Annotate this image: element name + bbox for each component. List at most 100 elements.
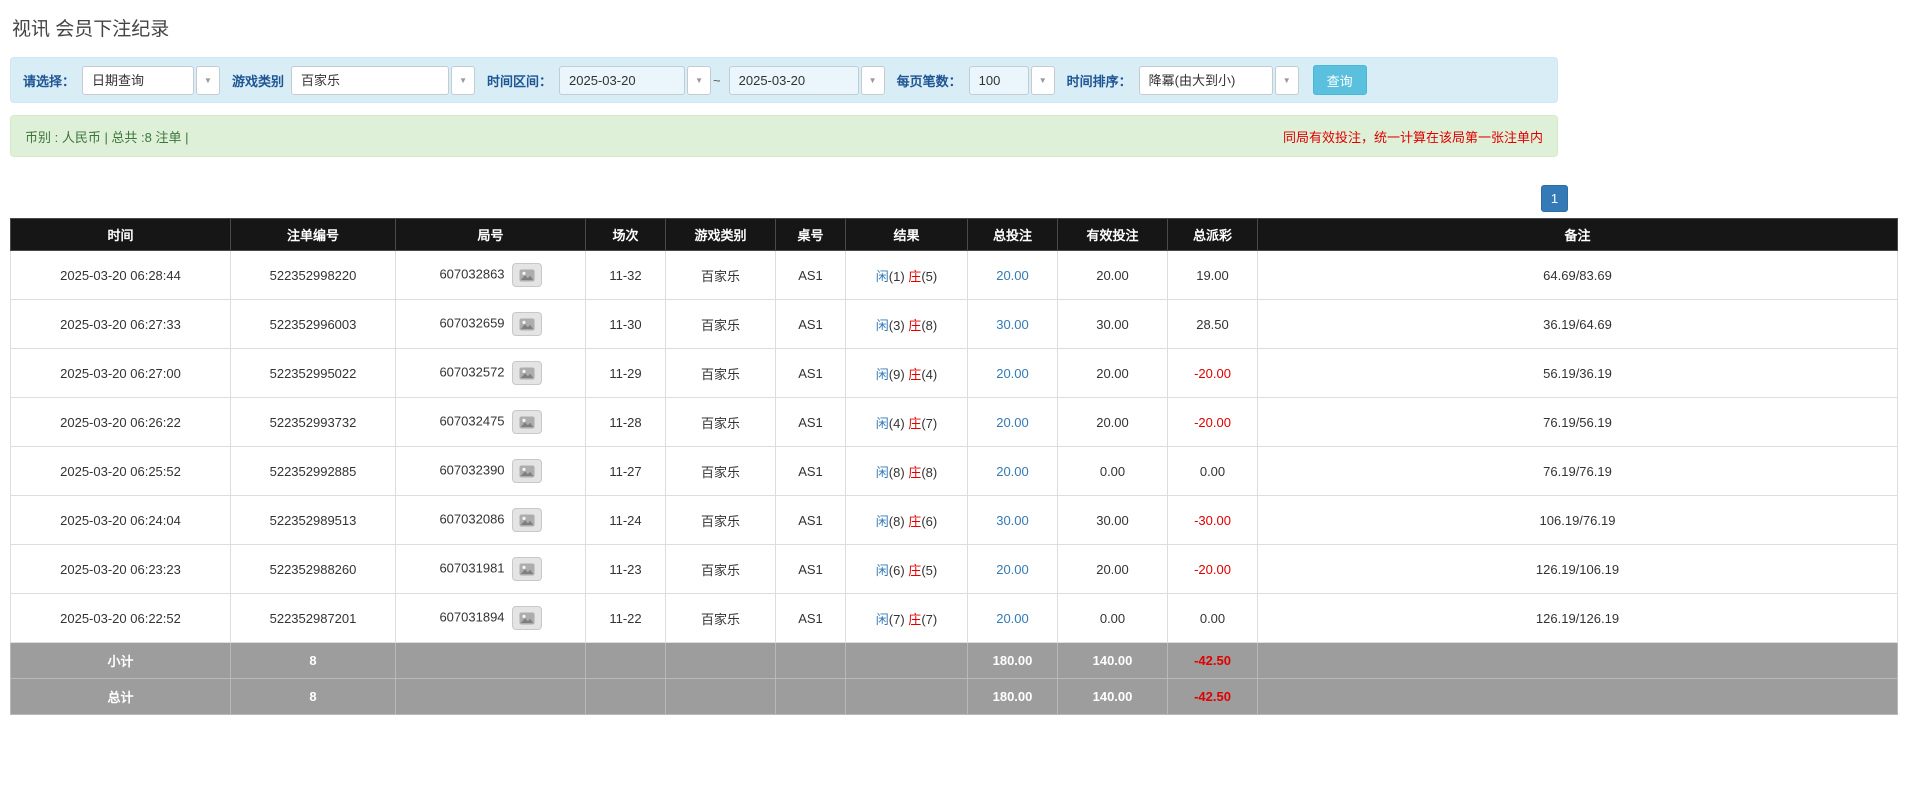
cell-valid-bet: 0.00 bbox=[1057, 446, 1168, 496]
total-bet-link[interactable]: 20.00 bbox=[996, 562, 1029, 577]
cell-game-type: 百家乐 bbox=[665, 593, 776, 643]
table-row: 2025-03-20 06:23:23 522352988260 607031981… bbox=[10, 544, 1898, 594]
col-header-bet-id: 注单编号 bbox=[230, 218, 396, 251]
round-id: 607032863 bbox=[439, 266, 505, 282]
top-section: 请选择： 日期查询 ▼ 游戏类别 百家乐 ▼ 时间区间： 2025-03-20 … bbox=[10, 57, 1558, 157]
round-id: 607031894 bbox=[439, 609, 505, 625]
round-video-button[interactable] bbox=[511, 361, 542, 385]
cell-bet-id: 522352996003 bbox=[230, 299, 396, 349]
page-size-dropdown[interactable]: 100 ▼ bbox=[968, 65, 1055, 95]
cell-result: 闲(1) 庄(5) bbox=[845, 250, 968, 300]
date-to-value: 2025-03-20 bbox=[728, 65, 859, 95]
total-bet-link[interactable]: 20.00 bbox=[996, 268, 1029, 283]
bet-records-table: 时间 注单编号 局号 场次 游戏类别 桌号 结果 总投注 有效投注 总派彩 备注… bbox=[10, 218, 1898, 715]
table-row: 2025-03-20 06:25:52 522352992885 607032390… bbox=[10, 446, 1898, 496]
round-video-button[interactable] bbox=[511, 508, 542, 532]
cell-time: 2025-03-20 06:26:22 bbox=[10, 397, 231, 447]
page-size-value: 100 bbox=[968, 65, 1029, 95]
subtotal-payout: -42.50 bbox=[1167, 642, 1258, 679]
total-bet-link[interactable]: 20.00 bbox=[996, 611, 1029, 626]
round-id: 607032475 bbox=[439, 413, 505, 429]
chevron-down-icon[interactable]: ▼ bbox=[451, 65, 476, 95]
empty-cell bbox=[665, 642, 776, 679]
total-bet-link[interactable]: 30.00 bbox=[996, 513, 1029, 528]
sort-dropdown[interactable]: 降冪(由大到小) ▼ bbox=[1138, 65, 1299, 95]
search-button[interactable]: 查询 bbox=[1312, 65, 1367, 95]
empty-cell bbox=[395, 642, 586, 679]
cell-table: AS1 bbox=[775, 250, 846, 300]
banker-result-label: 庄 bbox=[908, 513, 922, 529]
cell-total-bet: 20.00 bbox=[967, 250, 1058, 300]
cell-result: 闲(8) 庄(8) bbox=[845, 446, 968, 496]
sort-label: 时间排序： bbox=[1066, 73, 1132, 89]
cell-game-type: 百家乐 bbox=[665, 495, 776, 545]
chevron-down-icon[interactable]: ▼ bbox=[1030, 65, 1055, 95]
cell-total-bet: 30.00 bbox=[967, 495, 1058, 545]
table-row: 2025-03-20 06:22:52 522352987201 607031894… bbox=[10, 593, 1898, 643]
round-video-button[interactable] bbox=[511, 459, 542, 483]
player-result-label: 闲 bbox=[875, 268, 889, 284]
chevron-down-icon[interactable]: ▼ bbox=[687, 65, 712, 95]
cell-table: AS1 bbox=[775, 495, 846, 545]
cell-round-id: 607032086 bbox=[395, 495, 586, 545]
col-header-time: 时间 bbox=[10, 218, 231, 251]
date-to-picker[interactable]: 2025-03-20 ▼ bbox=[728, 65, 885, 95]
cell-time: 2025-03-20 06:24:04 bbox=[10, 495, 231, 545]
col-header-session: 场次 bbox=[585, 218, 666, 251]
table-body: 2025-03-20 06:28:44 522352998220 607032863… bbox=[10, 250, 1898, 643]
round-id: 607031981 bbox=[439, 560, 505, 576]
round-video-button[interactable] bbox=[511, 557, 542, 581]
chevron-down-icon[interactable]: ▼ bbox=[860, 65, 885, 95]
empty-cell bbox=[585, 678, 666, 715]
round-video-button[interactable] bbox=[511, 606, 542, 630]
player-result-label: 闲 bbox=[875, 464, 889, 480]
notice-text: 同局有效投注，统一计算在该局第一张注单内 bbox=[1282, 129, 1543, 145]
col-header-total-bet: 总投注 bbox=[967, 218, 1058, 251]
cell-payout: -30.00 bbox=[1167, 495, 1258, 545]
cell-session: 11-22 bbox=[585, 593, 666, 643]
video-icon bbox=[519, 269, 535, 281]
empty-cell bbox=[665, 678, 776, 715]
cell-payout: 0.00 bbox=[1167, 593, 1258, 643]
cell-valid-bet: 20.00 bbox=[1057, 348, 1168, 398]
cell-time: 2025-03-20 06:27:33 bbox=[10, 299, 231, 349]
player-result-label: 闲 bbox=[875, 611, 889, 627]
cell-bet-id: 522352995022 bbox=[230, 348, 396, 398]
table-row: 2025-03-20 06:27:33 522352996003 607032659… bbox=[10, 299, 1898, 349]
cell-note: 76.19/56.19 bbox=[1257, 397, 1898, 447]
cell-payout: -20.00 bbox=[1167, 397, 1258, 447]
cell-result: 闲(7) 庄(7) bbox=[845, 593, 968, 643]
cell-round-id: 607032475 bbox=[395, 397, 586, 447]
cell-session: 11-24 bbox=[585, 495, 666, 545]
game-type-dropdown[interactable]: 百家乐 ▼ bbox=[291, 65, 476, 95]
page-1-button[interactable]: 1 bbox=[1541, 185, 1568, 212]
round-id: 607032390 bbox=[439, 462, 505, 478]
cell-note: 76.19/76.19 bbox=[1257, 446, 1898, 496]
col-header-valid-bet: 有效投注 bbox=[1057, 218, 1168, 251]
chevron-down-icon[interactable]: ▼ bbox=[196, 65, 221, 95]
cell-time: 2025-03-20 06:27:00 bbox=[10, 348, 231, 398]
query-type-dropdown[interactable]: 日期查询 ▼ bbox=[82, 65, 221, 95]
round-video-button[interactable] bbox=[511, 263, 542, 287]
total-bet-link[interactable]: 30.00 bbox=[996, 317, 1029, 332]
total-bet-link[interactable]: 20.00 bbox=[996, 415, 1029, 430]
cell-total-bet: 20.00 bbox=[967, 348, 1058, 398]
cell-time: 2025-03-20 06:23:23 bbox=[10, 544, 231, 594]
subtotal-row: 小计 8 180.00 140.00 -42.50 bbox=[10, 642, 1898, 679]
total-bet-link[interactable]: 20.00 bbox=[996, 366, 1029, 381]
cell-bet-id: 522352988260 bbox=[230, 544, 396, 594]
cell-game-type: 百家乐 bbox=[665, 250, 776, 300]
round-video-button[interactable] bbox=[511, 312, 542, 336]
total-bet-link[interactable]: 20.00 bbox=[996, 464, 1029, 479]
col-header-note: 备注 bbox=[1257, 218, 1898, 251]
cell-game-type: 百家乐 bbox=[665, 446, 776, 496]
cell-valid-bet: 30.00 bbox=[1057, 495, 1168, 545]
cell-payout: -20.00 bbox=[1167, 348, 1258, 398]
date-from-picker[interactable]: 2025-03-20 ▼ bbox=[559, 65, 712, 95]
sort-value: 降冪(由大到小) bbox=[1138, 65, 1273, 95]
currency-summary: 币别 : 人民币 | 总共 :8 注单 | bbox=[25, 129, 189, 145]
cell-time: 2025-03-20 06:22:52 bbox=[10, 593, 231, 643]
round-video-button[interactable] bbox=[511, 410, 542, 434]
player-result-label: 闲 bbox=[875, 415, 889, 431]
chevron-down-icon[interactable]: ▼ bbox=[1274, 65, 1299, 95]
